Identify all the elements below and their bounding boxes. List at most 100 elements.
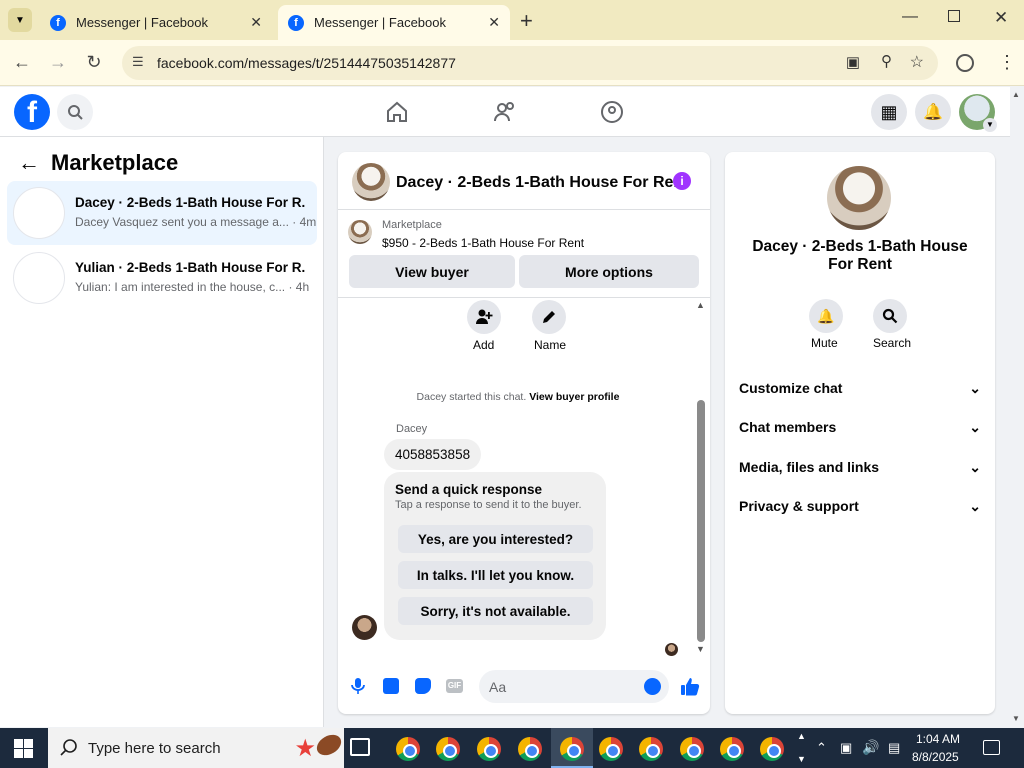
site-info-icon[interactable]: ☰ (132, 54, 144, 70)
meet-now-icon[interactable]: ▣ (840, 740, 852, 756)
listing-title[interactable]: $950 - 2-Beds 1-Bath House For Rent (382, 236, 584, 250)
minimize-button[interactable]: — (902, 8, 918, 26)
gif-icon[interactable]: GIF (446, 679, 463, 693)
chat-header-title[interactable]: Dacey · 2-Beds 1-Bath House For Re... (396, 174, 687, 192)
preview-text: Yulian: I am interested in the house, c.… (75, 280, 286, 294)
clock-time[interactable]: 1:04 AM (916, 732, 960, 746)
page-scrollbar-arrow-down[interactable]: ▼ (1012, 714, 1020, 723)
taskbar-chrome-6[interactable] (599, 737, 623, 761)
menu-grid-icon[interactable]: ▦ (871, 94, 907, 130)
edit-pencil-icon[interactable] (532, 300, 566, 334)
tab-1[interactable]: f Messenger | Facebook ✕ (40, 5, 272, 40)
chrome-icon (680, 737, 704, 761)
search-icon[interactable] (873, 299, 907, 333)
maximize-button[interactable] (948, 10, 960, 22)
friends-icon[interactable] (493, 100, 517, 129)
task-view-icon[interactable] (350, 738, 370, 756)
taskbar-chrome-3[interactable] (477, 737, 501, 761)
taskbar-chrome-4[interactable] (518, 737, 542, 761)
listing-avatar[interactable] (827, 166, 891, 230)
like-thumb-icon[interactable] (680, 677, 700, 701)
page-scrollbar-arrow-up[interactable]: ▲ (1012, 90, 1020, 99)
list-item[interactable]: Dacey · 2-Beds 1-Bath House For R... Dac… (7, 181, 317, 245)
mute-bell-icon[interactable]: 🔔 (809, 299, 843, 333)
avatar (13, 252, 65, 304)
taskbar-scroll-down-icon[interactable]: ▼ (797, 754, 806, 764)
chrome-icon (518, 737, 542, 761)
install-icon[interactable]: ▣ (846, 53, 860, 71)
sticker-icon[interactable] (415, 678, 431, 694)
quick-response-not-available-button[interactable]: Sorry, it's not available. (398, 597, 593, 625)
message-input-placeholder: Aa (489, 679, 507, 695)
chevron-down-icon: ⌄ (969, 498, 981, 514)
chrome-icon (560, 737, 584, 761)
back-arrow-icon[interactable]: ← (18, 150, 40, 176)
windows-start-icon[interactable] (14, 739, 33, 758)
facebook-logo[interactable]: f (14, 94, 50, 130)
list-item[interactable]: Yulian · 2-Beds 1-Bath House For R... Yu… (7, 246, 317, 310)
section-label: Chat members (739, 419, 837, 435)
view-buyer-button[interactable]: View buyer (349, 255, 515, 288)
quick-response-subtitle: Tap a response to send it to the buyer. (395, 499, 582, 511)
scroll-down-arrow[interactable]: ▼ (696, 644, 705, 654)
clock-date[interactable]: 8/8/2025 (912, 750, 959, 764)
zoom-icon[interactable]: ⚲ (881, 52, 892, 70)
browser-menu-icon[interactable]: ⋮ (998, 52, 1016, 73)
microphone-icon[interactable] (351, 677, 365, 700)
network-icon[interactable]: ▤ (888, 740, 900, 756)
chrome-icon (477, 737, 501, 761)
taskbar-chrome-9[interactable] (720, 737, 744, 761)
taskbar-chrome-5-active[interactable] (551, 728, 593, 768)
quick-response-title: Send a quick response (395, 482, 543, 497)
message-input[interactable]: Aa (479, 670, 669, 703)
add-person-icon[interactable] (467, 300, 501, 334)
view-buyer-profile-link[interactable]: View buyer profile (529, 391, 619, 403)
chrome-icon (760, 737, 784, 761)
home-icon[interactable] (385, 100, 409, 129)
privacy-support-section[interactable]: Privacy & support ⌄ (739, 498, 981, 515)
address-bar[interactable]: ☰ facebook.com/messages/t/25144475035142… (122, 46, 938, 80)
taskbar-chrome-2[interactable] (436, 737, 460, 761)
reload-icon[interactable]: ↻ (82, 52, 106, 73)
tab-1-close-icon[interactable]: ✕ (250, 14, 262, 31)
media-files-links-section[interactable]: Media, files and links ⌄ (739, 459, 981, 476)
back-icon[interactable]: ← (10, 52, 34, 73)
chat-members-section[interactable]: Chat members ⌄ (739, 419, 981, 436)
more-options-button[interactable]: More options (519, 255, 699, 288)
quick-response-yes-button[interactable]: Yes, are you interested? (398, 525, 593, 553)
groups-icon[interactable] (600, 100, 624, 129)
section-label: Media, files and links (739, 459, 880, 475)
search-icon[interactable] (57, 94, 93, 130)
info-icon[interactable]: i (673, 172, 691, 190)
taskbar-chrome-8[interactable] (680, 737, 704, 761)
chat-scrollbar[interactable] (697, 400, 705, 642)
volume-icon[interactable]: 🔊 (862, 739, 879, 756)
new-tab-button[interactable]: + (520, 8, 533, 34)
scroll-up-arrow[interactable]: ▲ (696, 300, 705, 310)
tab-2-close-icon[interactable]: ✕ (488, 14, 500, 31)
listing-thumbnail[interactable] (348, 220, 372, 244)
account-chevron-down-icon[interactable]: ▼ (983, 118, 997, 132)
taskbar-chrome-10[interactable] (760, 737, 784, 761)
taskbar-chrome-7[interactable] (639, 737, 663, 761)
taskbar-search-placeholder: Type here to search (88, 739, 221, 757)
taskbar-scroll-up-icon[interactable]: ▲ (797, 731, 806, 741)
quick-response-in-talks-button[interactable]: In talks. I'll let you know. (398, 561, 593, 589)
message-bubble[interactable]: 4058853858 (384, 439, 482, 470)
forward-icon[interactable]: → (46, 52, 70, 73)
tab-search-button[interactable]: ▼ (8, 8, 32, 32)
profile-icon[interactable] (956, 54, 974, 72)
tab-2[interactable]: f Messenger | Facebook ✕ (278, 5, 510, 40)
emoji-icon[interactable] (644, 678, 661, 695)
tray-overflow-chevron-icon[interactable]: ⌃ (816, 740, 827, 756)
close-window-button[interactable]: ✕ (994, 8, 1008, 28)
bookmark-star-icon[interactable]: ☆ (910, 52, 924, 72)
football-icon (313, 730, 345, 760)
photo-icon[interactable] (383, 678, 399, 694)
notification-center-icon[interactable] (983, 740, 1000, 755)
chat-header-avatar[interactable] (352, 163, 390, 201)
taskbar-search-box[interactable]: Type here to search ★ (48, 728, 345, 768)
notifications-bell-icon[interactable]: 🔔 (915, 94, 951, 130)
taskbar-chrome-1[interactable] (396, 737, 420, 761)
customize-chat-section[interactable]: Customize chat ⌄ (739, 380, 981, 397)
